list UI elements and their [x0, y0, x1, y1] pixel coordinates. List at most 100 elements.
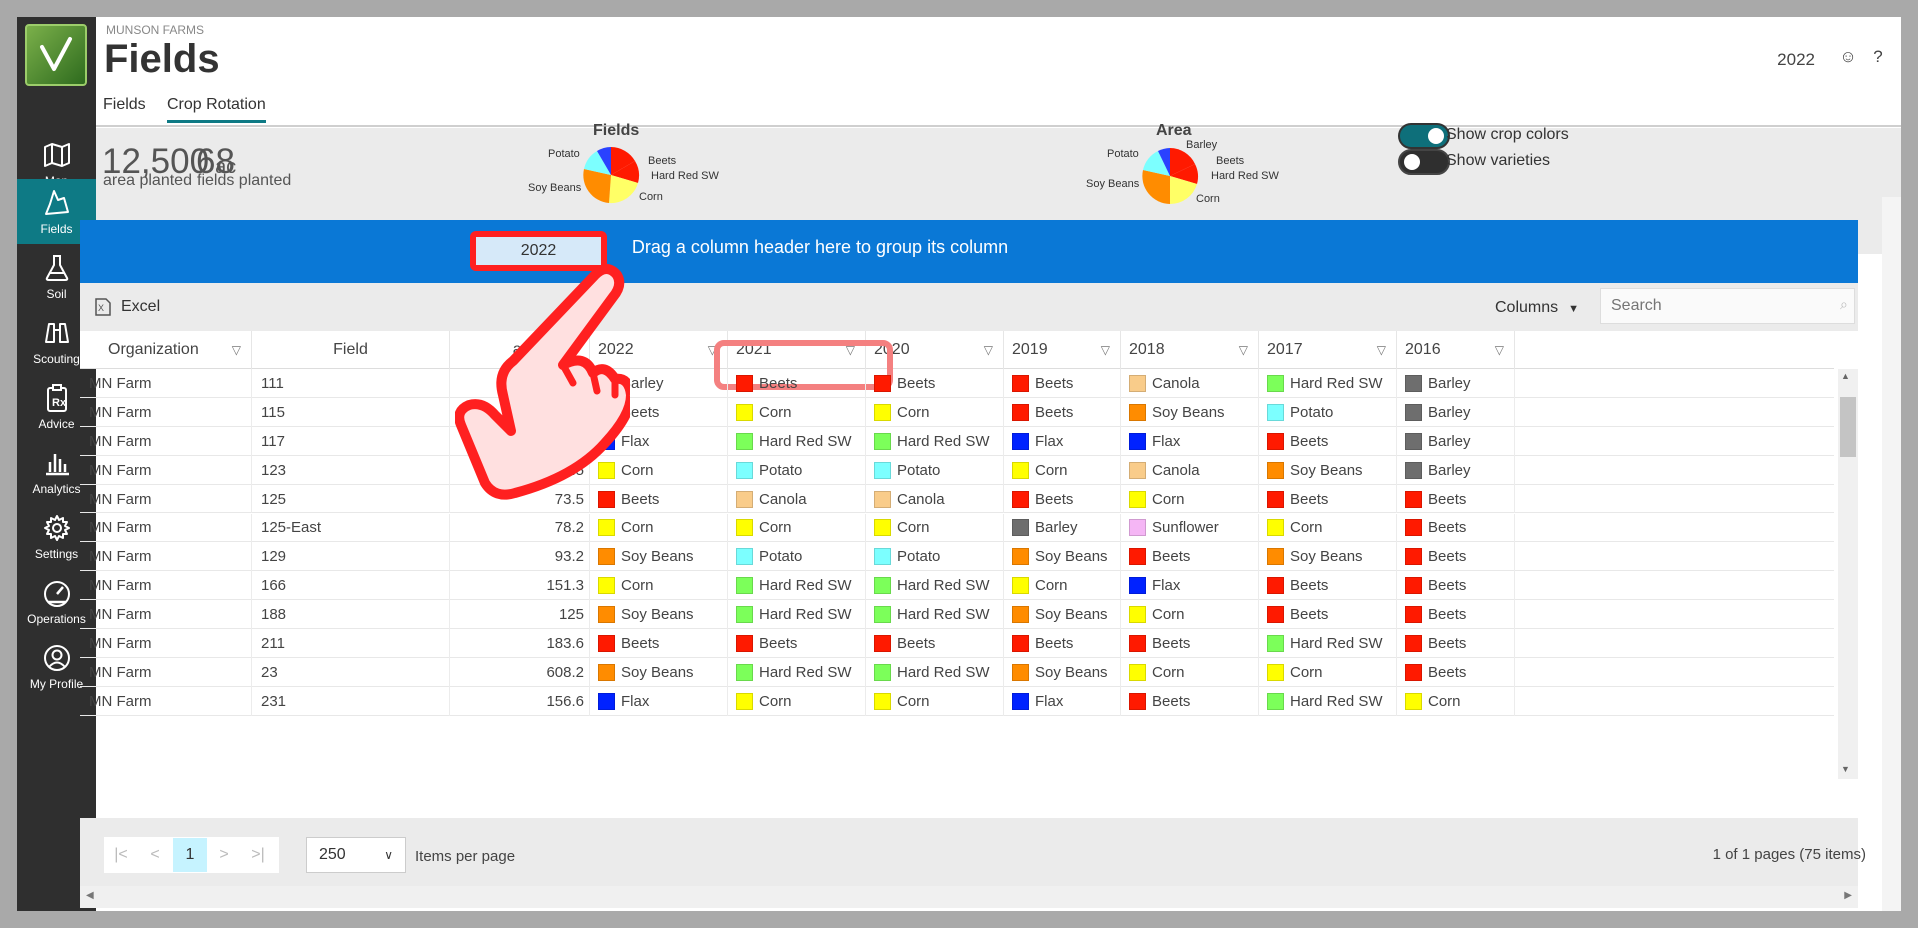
- cell-field: 129: [252, 542, 450, 572]
- scroll-right-icon[interactable]: ▶: [1844, 890, 1852, 901]
- table-row[interactable]: MN Farm 166 151.3 Corn Hard Red SW Hard Red S…: [80, 571, 1834, 601]
- filter-icon[interactable]: ▽: [232, 343, 241, 357]
- scroll-thumb[interactable]: [1840, 397, 1856, 457]
- filter-icon[interactable]: ▽: [1495, 343, 1504, 357]
- column-header-2018[interactable]: 2018 ▽: [1121, 331, 1259, 369]
- cell-text: MN Farm: [89, 577, 152, 595]
- table-row[interactable]: MN Farm 129 93.2 Soy Beans Potato Potato Soy B…: [80, 542, 1834, 572]
- column-header-organization[interactable]: Organization ▽: [80, 331, 252, 369]
- crop-colors-toggle[interactable]: [1398, 123, 1450, 149]
- table-row[interactable]: MN Farm111296.9BarleyBeetsBeetsBeetsCano…: [80, 369, 1834, 398]
- table-row[interactable]: MN Farm123238.5CornPotatoPotatoCornCanol…: [80, 455, 1834, 485]
- page-scrollbar[interactable]: [1882, 197, 1901, 911]
- table-row[interactable]: MN Farm 188 125 Soy Beans Hard Red SW Hard Re…: [80, 600, 1834, 630]
- help-icon[interactable]: ?: [1867, 47, 1889, 69]
- first-page-button[interactable]: |<: [104, 838, 138, 872]
- crop-color-swatch: [874, 606, 891, 624]
- search-icon: ⌕: [1840, 296, 1848, 312]
- cell-field: 117: [252, 426, 450, 456]
- cell-crop: Hard Red SW: [1259, 686, 1397, 716]
- next-page-button[interactable]: >: [207, 838, 241, 872]
- page-size-select[interactable]: 250 ∨: [306, 837, 406, 873]
- filter-icon[interactable]: ▽: [984, 343, 993, 357]
- table-row[interactable]: MN Farm117134.5FlaxHard Red SWHard Red S…: [80, 426, 1834, 456]
- table-row[interactable]: MN Farm 125-East 78.2 Corn Corn Corn Barley Sun…: [80, 513, 1834, 543]
- page-1-button[interactable]: 1: [173, 838, 207, 872]
- cell-text: Barley: [1428, 403, 1471, 421]
- area-planted-label: area planted: [103, 172, 192, 189]
- crop-color-swatch: [1405, 432, 1422, 450]
- cell-crop: Beets: [1259, 426, 1397, 456]
- feedback-smiley-icon[interactable]: ☺: [1837, 47, 1859, 69]
- crop-color-swatch: [874, 374, 891, 392]
- scroll-left-icon[interactable]: ◀: [86, 890, 94, 901]
- column-header-2019[interactable]: 2019 ▽: [1004, 331, 1121, 369]
- cell-text: Flax: [1035, 432, 1064, 450]
- app-logo[interactable]: [25, 24, 87, 86]
- table-row[interactable]: MN Farm 231 156.6 Flax Corn Corn Flax Beets Hard…: [80, 686, 1834, 716]
- leaf-icon: [40, 37, 72, 71]
- pie-label: Barley: [1186, 139, 1218, 151]
- search-input[interactable]: [1600, 288, 1855, 324]
- cell-crop: Canola: [866, 484, 1004, 514]
- tab-crop-rotation[interactable]: Crop Rotation: [167, 96, 266, 123]
- cell-area: 608.2: [450, 658, 590, 687]
- table-row[interactable]: MN Farm 125 73.5 Beets Canola Canola Beets Corn…: [80, 484, 1834, 514]
- cell-text: 156.6: [546, 692, 584, 710]
- crop-color-swatch: [736, 461, 753, 479]
- column-header-2017[interactable]: 2017 ▽: [1259, 331, 1397, 369]
- cell-text: Flax: [1035, 692, 1064, 710]
- varieties-toggle[interactable]: [1398, 149, 1450, 175]
- cell-text: Canola: [1152, 374, 1200, 392]
- scroll-up-icon[interactable]: ▲: [1841, 371, 1850, 381]
- cell-text: Potato: [759, 548, 803, 566]
- prev-page-button[interactable]: <: [138, 838, 172, 872]
- gear-icon: [43, 514, 70, 541]
- cell-crop: Soy Beans: [1259, 542, 1397, 572]
- cell-crop: Beets: [728, 629, 866, 658]
- cell-text: Corn: [897, 403, 930, 421]
- grid-horizontal-scrollbar[interactable]: ◀ ▶: [80, 886, 1858, 908]
- cell-crop: Beets: [866, 369, 1004, 398]
- filter-icon[interactable]: ▽: [1101, 343, 1110, 357]
- cell-text: Hard Red SW: [1290, 635, 1383, 653]
- page-size-value: 250: [319, 846, 346, 863]
- cell-text: 166: [261, 577, 287, 595]
- scroll-down-icon[interactable]: ▼: [1841, 764, 1850, 774]
- crop-color-swatch: [1012, 403, 1029, 421]
- cell-crop: Hard Red SW: [866, 658, 1004, 687]
- cell-text: Barley: [1428, 374, 1471, 392]
- cell-crop: Corn: [866, 397, 1004, 427]
- season-year-selector[interactable]: 2022: [1777, 50, 1815, 70]
- flask-icon: [45, 254, 68, 281]
- cell-text: Corn: [897, 692, 930, 710]
- last-page-button[interactable]: >|: [241, 838, 275, 872]
- pie-slice-soy-beans: [583, 169, 611, 203]
- cell-text: Hard Red SW: [759, 432, 852, 450]
- crop-color-swatch: [1012, 606, 1029, 624]
- crop-color-swatch: [874, 692, 891, 710]
- cell-text: Hard Red SW: [1290, 692, 1383, 710]
- crop-color-swatch: [736, 635, 753, 653]
- table-row[interactable]: MN Farm 23 608.2 Soy Beans Hard Red SW Hard R…: [80, 658, 1834, 687]
- table-row[interactable]: MN Farm115152.8BeetsCornCornBeetsSoy Bea…: [80, 397, 1834, 427]
- cell-crop: Soy Beans: [1004, 542, 1121, 572]
- tab-fields[interactable]: Fields: [103, 96, 146, 120]
- column-header-2016[interactable]: 2016 ▽: [1397, 331, 1515, 369]
- columns-menu-button[interactable]: Columns ▼: [1495, 299, 1579, 317]
- excel-export-button[interactable]: X Excel: [95, 298, 160, 316]
- cell-text: Flax: [1152, 432, 1181, 450]
- filter-icon[interactable]: ▽: [1377, 343, 1386, 357]
- crop-color-swatch: [874, 519, 891, 537]
- grid-vertical-scrollbar[interactable]: ▲ ▼: [1838, 369, 1858, 779]
- pie-label: Potato: [548, 148, 580, 160]
- cell-text: Corn: [1035, 461, 1068, 479]
- table-row[interactable]: MN Farm 211 183.6 Beets Beets Beets Beets Beets…: [80, 629, 1834, 658]
- cell-text: Soy Beans: [1035, 548, 1108, 566]
- cell-text: 93.2: [554, 548, 584, 566]
- filter-icon[interactable]: ▽: [1239, 343, 1248, 357]
- column-header-field[interactable]: Field: [252, 331, 450, 369]
- cell-text: Corn: [759, 403, 792, 421]
- cell-crop: Potato: [1259, 397, 1397, 427]
- crop-color-swatch: [1267, 403, 1284, 421]
